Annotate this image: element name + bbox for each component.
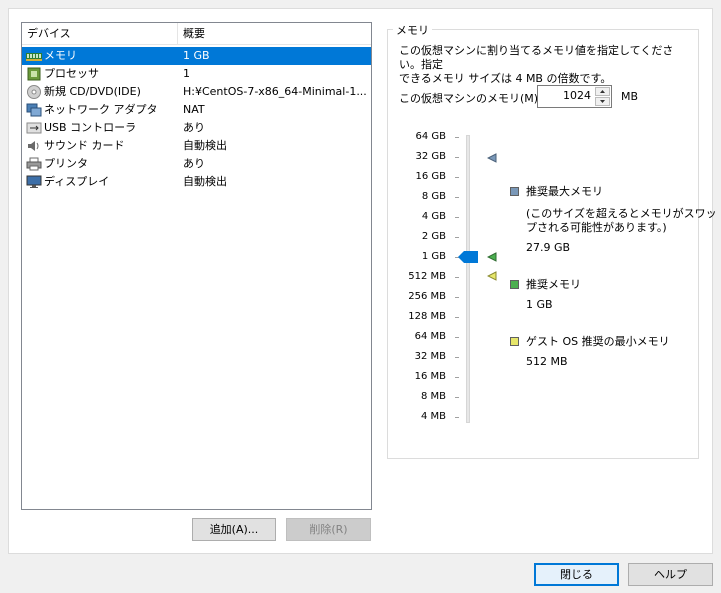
device-name: プリンタ bbox=[44, 157, 88, 170]
recommended-memory-marker bbox=[486, 252, 497, 265]
recommended-memory-legend-icon bbox=[510, 280, 519, 289]
device-name: ネットワーク アダプタ bbox=[44, 103, 158, 116]
memory-spinbox[interactable]: 1024 bbox=[537, 85, 612, 108]
device-summary: あり bbox=[183, 121, 205, 134]
list-header: デバイス 概要 bbox=[22, 23, 371, 45]
scale-tick-label: 1 GB bbox=[421, 251, 446, 262]
scale-tick-mark bbox=[455, 197, 459, 198]
scale-tick-label: 64 GB bbox=[415, 131, 446, 142]
device-summary: 1 GB bbox=[183, 49, 210, 62]
add-device-button[interactable]: 追加(A)... bbox=[192, 518, 276, 541]
column-header-device[interactable]: デバイス bbox=[22, 23, 178, 45]
min-memory-marker bbox=[486, 271, 497, 284]
device-row-cd-dvd[interactable]: 新規 CD/DVD(IDE) H:¥CentOS-7-x86_64-Minima… bbox=[22, 83, 371, 101]
memory-value[interactable]: 1024 bbox=[563, 89, 591, 102]
min-memory-value: 512 MB bbox=[526, 355, 568, 368]
max-memory-note: プされる可能性があります。) bbox=[526, 221, 667, 234]
device-row-memory[interactable]: メモリ 1 GB bbox=[22, 47, 371, 65]
scale-tick-label: 8 GB bbox=[421, 191, 446, 202]
max-memory-value: 27.9 GB bbox=[526, 241, 571, 254]
display-icon bbox=[26, 175, 42, 189]
scale-tick-mark bbox=[455, 417, 459, 418]
device-list[interactable]: デバイス 概要 メモリ 1 GB プロセッサ 1 新規 CD/DVD(IDE) … bbox=[21, 22, 372, 510]
device-name: サウンド カード bbox=[44, 139, 125, 152]
scale-tick-mark bbox=[455, 137, 459, 138]
scale-tick-label: 4 MB bbox=[420, 411, 446, 422]
scale-tick-label: 512 MB bbox=[408, 271, 446, 282]
min-memory-title: ゲスト OS 推奨の最小メモリ bbox=[526, 335, 670, 348]
memory-description: この仮想マシンに割り当てるメモリ値を指定してください。指定 できるメモリ サイズ… bbox=[399, 44, 694, 86]
max-memory-legend-icon bbox=[510, 187, 519, 196]
cd-dvd-icon bbox=[26, 85, 42, 99]
device-name: 新規 CD/DVD(IDE) bbox=[44, 85, 141, 98]
scale-tick-mark bbox=[455, 277, 459, 278]
printer-icon bbox=[26, 157, 42, 171]
scale-tick-label: 256 MB bbox=[408, 291, 446, 302]
device-row-printer[interactable]: プリンタ あり bbox=[22, 155, 371, 173]
scale-tick-mark bbox=[455, 297, 459, 298]
scale-tick-mark bbox=[455, 357, 459, 358]
device-row-processor[interactable]: プロセッサ 1 bbox=[22, 65, 371, 83]
close-button[interactable]: 閉じる bbox=[534, 563, 619, 586]
chevron-up-icon bbox=[600, 90, 605, 93]
scale-tick-mark bbox=[455, 177, 459, 178]
scale-tick-mark bbox=[455, 337, 459, 338]
device-summary: あり bbox=[183, 157, 205, 170]
scale-tick-mark bbox=[455, 397, 459, 398]
scale-tick-label: 128 MB bbox=[408, 311, 446, 322]
max-memory-note: (このサイズを超えるとメモリがスワッ bbox=[526, 207, 717, 220]
scale-tick-mark bbox=[455, 377, 459, 378]
scale-tick-label: 64 MB bbox=[414, 331, 446, 342]
memory-unit: MB bbox=[621, 90, 639, 103]
recommended-memory-title: 推奨メモリ bbox=[526, 278, 581, 291]
spin-up-button[interactable] bbox=[595, 87, 610, 96]
scale-tick-label: 32 MB bbox=[414, 351, 446, 362]
scale-tick-label: 4 GB bbox=[421, 211, 446, 222]
max-memory-marker bbox=[486, 153, 497, 166]
memory-slider-thumb[interactable] bbox=[458, 251, 478, 266]
memory-group-title: メモリ bbox=[393, 22, 432, 38]
device-summary: 自動検出 bbox=[183, 175, 227, 188]
device-summary: H:¥CentOS-7-x86_64-Minimal-1... bbox=[183, 85, 367, 98]
device-rows: メモリ 1 GB プロセッサ 1 新規 CD/DVD(IDE) H:¥CentO… bbox=[22, 47, 371, 191]
memory-icon bbox=[26, 49, 42, 63]
chevron-down-icon bbox=[600, 100, 605, 103]
device-row-sound-card[interactable]: サウンド カード 自動検出 bbox=[22, 137, 371, 155]
scale-tick-mark bbox=[455, 317, 459, 318]
scale-tick-mark bbox=[455, 217, 459, 218]
memory-slider-track[interactable] bbox=[466, 135, 470, 423]
device-row-display[interactable]: ディスプレイ 自動検出 bbox=[22, 173, 371, 191]
device-summary: NAT bbox=[183, 103, 205, 116]
sound-icon bbox=[26, 139, 42, 153]
spinbox-arrows bbox=[595, 87, 610, 106]
usb-icon bbox=[26, 121, 42, 135]
processor-icon bbox=[26, 67, 42, 81]
memory-description-line: できるメモリ サイズは 4 MB の倍数です。 bbox=[399, 72, 612, 85]
scale-tick-mark bbox=[455, 237, 459, 238]
remove-device-button[interactable]: 削除(R) bbox=[286, 518, 371, 541]
device-row-usb-controller[interactable]: USB コントローラ あり bbox=[22, 119, 371, 137]
scale-tick-label: 32 GB bbox=[415, 151, 446, 162]
memory-description-line: この仮想マシンに割り当てるメモリ値を指定してください。指定 bbox=[399, 44, 674, 71]
column-header-summary[interactable]: 概要 bbox=[178, 23, 371, 45]
spin-down-button[interactable] bbox=[595, 97, 610, 106]
device-name: ディスプレイ bbox=[44, 175, 110, 188]
scale-tick-label: 8 MB bbox=[420, 391, 446, 402]
max-memory-title: 推奨最大メモリ bbox=[526, 185, 603, 198]
device-row-network-adapter[interactable]: ネットワーク アダプタ NAT bbox=[22, 101, 371, 119]
scale-tick-label: 16 MB bbox=[414, 371, 446, 382]
device-name: メモリ bbox=[44, 49, 77, 62]
recommended-memory-value: 1 GB bbox=[526, 298, 553, 311]
device-name: USB コントローラ bbox=[44, 121, 137, 134]
scale-tick-mark bbox=[455, 157, 459, 158]
device-summary: 自動検出 bbox=[183, 139, 227, 152]
device-name: プロセッサ bbox=[44, 67, 99, 80]
memory-field-label: この仮想マシンのメモリ(M): bbox=[399, 92, 542, 105]
help-button[interactable]: ヘルプ bbox=[628, 563, 713, 586]
network-adapter-icon bbox=[26, 103, 42, 117]
scale-tick-label: 2 GB bbox=[421, 231, 446, 242]
min-memory-legend-icon bbox=[510, 337, 519, 346]
device-summary: 1 bbox=[183, 67, 190, 80]
scale-tick-label: 16 GB bbox=[415, 171, 446, 182]
